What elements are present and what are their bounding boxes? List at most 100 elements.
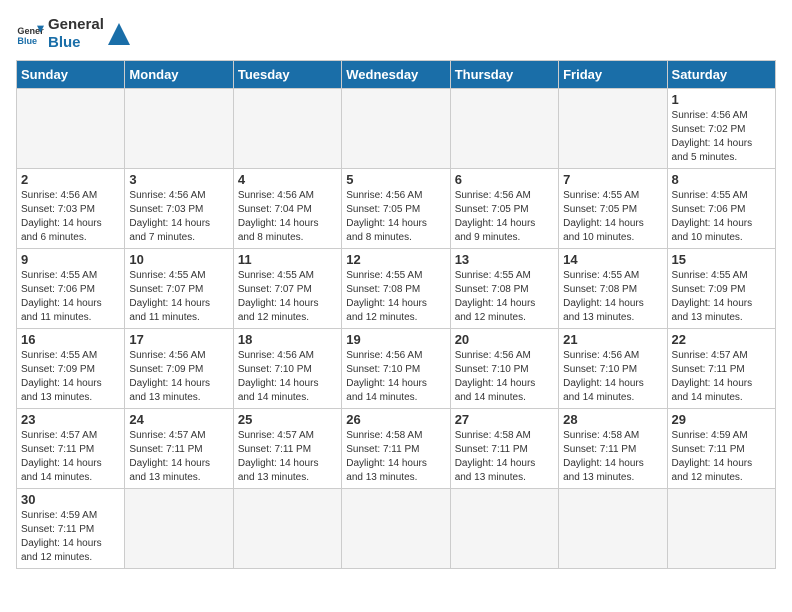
day-number: 22 [672,332,771,347]
day-info: Sunrise: 4:55 AMSunset: 7:08 PMDaylight:… [455,269,554,325]
calendar-week-2: 2 Sunrise: 4:56 AMSunset: 7:03 PMDaylight… [17,169,776,249]
day-info: Sunrise: 4:56 AMSunset: 7:03 PMDaylight:… [21,189,120,245]
day-number: 30 [21,492,120,507]
weekday-header-wednesday: Wednesday [342,61,450,89]
calendar-cell: 21 Sunrise: 4:56 AMSunset: 7:10 PMDayligh… [559,329,667,409]
logo-general-text: General [48,16,104,34]
calendar-cell: 2 Sunrise: 4:56 AMSunset: 7:03 PMDaylight… [17,169,125,249]
day-number: 8 [672,172,771,187]
day-number: 19 [346,332,445,347]
calendar-cell: 27 Sunrise: 4:58 AMSunset: 7:11 PMDayligh… [450,409,558,489]
day-number: 9 [21,252,120,267]
calendar-cell: 19 Sunrise: 4:56 AMSunset: 7:10 PMDayligh… [342,329,450,409]
page-header: General Blue General Blue [16,16,776,52]
day-info: Sunrise: 4:55 AMSunset: 7:07 PMDaylight:… [238,269,337,325]
day-number: 27 [455,412,554,427]
calendar-cell: 23 Sunrise: 4:57 AMSunset: 7:11 PMDayligh… [17,409,125,489]
calendar-cell: 14Sunrise: 4:55 AMSunset: 7:08 PMDayligh… [559,249,667,329]
day-info: Sunrise: 4:56 AMSunset: 7:04 PMDaylight:… [238,189,337,245]
calendar-cell [233,89,341,169]
day-info: Sunrise: 4:58 AMSunset: 7:11 PMDaylight:… [563,429,662,485]
day-number: 26 [346,412,445,427]
calendar-cell [450,89,558,169]
day-number: 13 [455,252,554,267]
weekday-header-tuesday: Tuesday [233,61,341,89]
day-info: Sunrise: 4:56 AMSunset: 7:03 PMDaylight:… [129,189,228,245]
calendar-cell: 17Sunrise: 4:56 AMSunset: 7:09 PMDayligh… [125,329,233,409]
calendar-cell: 13 Sunrise: 4:55 AMSunset: 7:08 PMDayligh… [450,249,558,329]
calendar-body: 1Sunrise: 4:56 AMSunset: 7:02 PMDaylight… [17,89,776,569]
calendar-cell: 30 Sunrise: 4:59 AMSunset: 7:11 PMDayligh… [17,489,125,569]
day-number: 25 [238,412,337,427]
calendar-cell: 5 Sunrise: 4:56 AMSunset: 7:05 PMDaylight… [342,169,450,249]
day-info: Sunrise: 4:56 AMSunset: 7:10 PMDaylight:… [238,349,337,405]
day-info: Sunrise: 4:55 AMSunset: 7:05 PMDaylight:… [563,189,662,245]
day-number: 20 [455,332,554,347]
day-number: 18 [238,332,337,347]
calendar-cell: 11 Sunrise: 4:55 AMSunset: 7:07 PMDayligh… [233,249,341,329]
day-info: Sunrise: 4:58 AMSunset: 7:11 PMDaylight:… [455,429,554,485]
calendar-cell: 26 Sunrise: 4:58 AMSunset: 7:11 PMDayligh… [342,409,450,489]
day-number: 23 [21,412,120,427]
calendar-cell: 28 Sunrise: 4:58 AMSunset: 7:11 PMDayligh… [559,409,667,489]
day-info: Sunrise: 4:55 AMSunset: 7:06 PMDaylight:… [21,269,120,325]
day-info: Sunrise: 4:56 AMSunset: 7:02 PMDaylight:… [672,109,771,165]
day-info: Sunrise: 4:55 AMSunset: 7:09 PMDaylight:… [21,349,120,405]
calendar-week-5: 23 Sunrise: 4:57 AMSunset: 7:11 PMDayligh… [17,409,776,489]
calendar-cell: 16 Sunrise: 4:55 AMSunset: 7:09 PMDayligh… [17,329,125,409]
calendar-cell [559,489,667,569]
day-info: Sunrise: 4:55 AMSunset: 7:07 PMDaylight:… [129,269,228,325]
day-info: Sunrise: 4:57 AMSunset: 7:11 PMDaylight:… [21,429,120,485]
day-info: Sunrise: 4:56 AMSunset: 7:10 PMDaylight:… [563,349,662,405]
calendar-cell: 24Sunrise: 4:57 AMSunset: 7:11 PMDayligh… [125,409,233,489]
day-info: Sunrise: 4:58 AMSunset: 7:11 PMDaylight:… [346,429,445,485]
calendar-cell: 9 Sunrise: 4:55 AMSunset: 7:06 PMDaylight… [17,249,125,329]
day-info: Sunrise: 4:59 AMSunset: 7:11 PMDaylight:… [21,509,120,565]
day-number: 14 [563,252,662,267]
calendar-cell [667,489,775,569]
logo: General Blue General Blue [16,16,130,52]
calendar-week-4: 16 Sunrise: 4:55 AMSunset: 7:09 PMDayligh… [17,329,776,409]
day-number: 21 [563,332,662,347]
day-info: Sunrise: 4:57 AMSunset: 7:11 PMDaylight:… [129,429,228,485]
calendar-cell [342,489,450,569]
day-number: 6 [455,172,554,187]
calendar-week-6: 30 Sunrise: 4:59 AMSunset: 7:11 PMDayligh… [17,489,776,569]
weekday-header-sunday: Sunday [17,61,125,89]
svg-text:Blue: Blue [17,36,37,46]
day-number: 12 [346,252,445,267]
day-info: Sunrise: 4:57 AMSunset: 7:11 PMDaylight:… [238,429,337,485]
weekday-header-monday: Monday [125,61,233,89]
day-number: 10 [129,252,228,267]
calendar-cell [125,489,233,569]
calendar-cell: 22Sunrise: 4:57 AMSunset: 7:11 PMDayligh… [667,329,775,409]
logo-triangle-icon [108,23,130,45]
day-number: 11 [238,252,337,267]
calendar-cell: 8Sunrise: 4:55 AMSunset: 7:06 PMDaylight… [667,169,775,249]
day-number: 28 [563,412,662,427]
day-number: 3 [129,172,228,187]
calendar-cell: 18 Sunrise: 4:56 AMSunset: 7:10 PMDayligh… [233,329,341,409]
day-info: Sunrise: 4:56 AMSunset: 7:09 PMDaylight:… [129,349,228,405]
day-number: 7 [563,172,662,187]
day-number: 15 [672,252,771,267]
day-number: 5 [346,172,445,187]
day-info: Sunrise: 4:56 AMSunset: 7:05 PMDaylight:… [346,189,445,245]
calendar-week-3: 9 Sunrise: 4:55 AMSunset: 7:06 PMDaylight… [17,249,776,329]
calendar-cell: 6Sunrise: 4:56 AMSunset: 7:05 PMDaylight… [450,169,558,249]
day-number: 16 [21,332,120,347]
calendar-cell [233,489,341,569]
day-info: Sunrise: 4:56 AMSunset: 7:10 PMDaylight:… [346,349,445,405]
calendar-cell: 12Sunrise: 4:55 AMSunset: 7:08 PMDayligh… [342,249,450,329]
day-number: 2 [21,172,120,187]
calendar-cell [559,89,667,169]
calendar-cell: 7 Sunrise: 4:55 AMSunset: 7:05 PMDaylight… [559,169,667,249]
calendar-cell: 29Sunrise: 4:59 AMSunset: 7:11 PMDayligh… [667,409,775,489]
calendar-cell [17,89,125,169]
calendar-cell [125,89,233,169]
weekday-header-friday: Friday [559,61,667,89]
calendar-cell: 3 Sunrise: 4:56 AMSunset: 7:03 PMDaylight… [125,169,233,249]
day-number: 29 [672,412,771,427]
calendar-cell: 25 Sunrise: 4:57 AMSunset: 7:11 PMDayligh… [233,409,341,489]
calendar-cell: 15Sunrise: 4:55 AMSunset: 7:09 PMDayligh… [667,249,775,329]
